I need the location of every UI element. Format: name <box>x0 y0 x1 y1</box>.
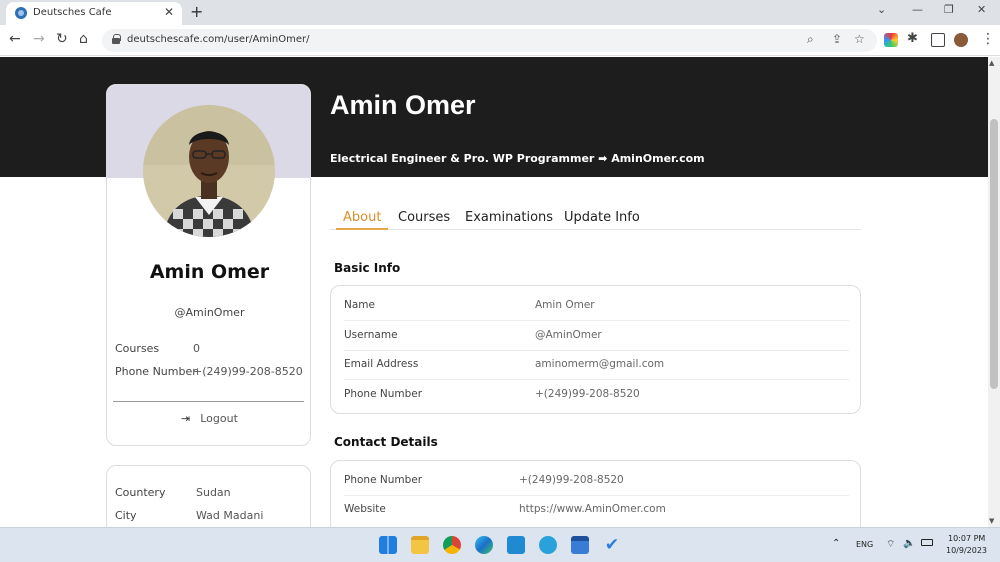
scroll-down-icon[interactable]: ▼ <box>989 517 994 525</box>
info-value: Amin Omer <box>535 299 595 311</box>
profile-tabs: About Courses Examinations Update Info <box>330 207 861 230</box>
browser-tab[interactable]: Deutsches Cafe ✕ <box>6 2 182 25</box>
volume-icon[interactable]: 🔈 <box>903 538 915 549</box>
scroll-up-icon[interactable]: ▲ <box>989 59 994 67</box>
contact-details-title: Contact Details <box>334 435 438 449</box>
extensions-puzzle-icon[interactable]: ✱ <box>907 31 918 46</box>
edge-icon[interactable] <box>475 536 493 554</box>
scroll-thumb[interactable] <box>990 119 998 389</box>
tab-update-info[interactable]: Update Info <box>564 210 640 225</box>
info-value: +(249)99-208-8520 <box>519 474 624 486</box>
divider <box>113 401 304 402</box>
info-label: Website <box>344 503 386 515</box>
profile-phone-label: Phone Number <box>115 365 197 378</box>
basic-info-card: Name Amin Omer Username @AminOmer Email … <box>330 285 861 414</box>
language-indicator[interactable]: ENG <box>856 540 873 549</box>
profile-courses-value: 0 <box>193 342 200 355</box>
site-favicon-icon <box>15 7 27 19</box>
tab-courses[interactable]: Courses <box>398 210 450 225</box>
profile-courses-label: Courses <box>115 342 160 355</box>
logout-icon: ⇥ <box>181 412 191 425</box>
info-row: Username @AminOmer <box>344 321 849 351</box>
profile-avatar-icon[interactable] <box>954 33 968 47</box>
info-row: Phone Number +(249)99-208-8520 <box>344 380 849 410</box>
close-window-icon[interactable]: ✕ <box>977 3 986 16</box>
hero-subtitle: Electrical Engineer & Pro. WP Programmer… <box>330 152 705 165</box>
profile-name: Amin Omer <box>149 261 270 283</box>
page-scrollbar[interactable]: ▲ ▼ <box>988 57 1000 527</box>
menu-kebab-icon[interactable]: ⋮ <box>981 31 995 47</box>
location-card: Countery Sudan City Wad Madani <box>106 465 311 527</box>
info-label: Phone Number <box>344 474 423 486</box>
info-value: @AminOmer <box>535 329 602 341</box>
windows-taskbar: ✔ ⌃ ENG ⌔ 🔈 10:07 PM 10/9/2023 <box>0 527 1000 562</box>
browser-toolbar: ← → ↻ ⌂ deutschescafe.com/user/AminOmer/… <box>0 25 1000 56</box>
new-tab-icon[interactable]: + <box>190 2 203 21</box>
todo-icon[interactable]: ✔ <box>603 536 621 554</box>
website-link[interactable]: https://www.AminOmer.com <box>519 503 666 515</box>
tray-chevron-icon[interactable]: ⌃ <box>832 538 840 549</box>
reload-icon[interactable]: ↻ <box>56 31 68 47</box>
info-row: Phone Number +(249)99-208-8520 <box>344 466 849 496</box>
lock-icon[interactable] <box>112 34 121 44</box>
back-icon[interactable]: ← <box>9 31 21 47</box>
minimize-icon[interactable]: — <box>912 3 923 16</box>
hero-name: Amin Omer <box>330 90 476 120</box>
share-icon[interactable]: ⇪ <box>832 32 842 46</box>
info-label: Name <box>344 299 375 311</box>
info-label: Email Address <box>344 358 419 370</box>
info-label: Username <box>344 329 398 341</box>
info-value: +(249)99-208-8520 <box>535 388 640 400</box>
chrome-icon[interactable] <box>443 536 461 554</box>
avatar <box>143 105 275 237</box>
profile-phone-value: +(249)99-208-8520 <box>193 365 303 378</box>
address-bar[interactable]: deutschescafe.com/user/AminOmer/ ⌕ ⇪ ☆ <box>102 29 877 52</box>
file-explorer-icon[interactable] <box>411 536 429 554</box>
tab-examinations[interactable]: Examinations <box>465 210 553 225</box>
battery-icon[interactable] <box>921 539 933 546</box>
city-label: City <box>115 509 137 522</box>
browser-tab-strip: Deutsches Cafe ✕ + ⌄ — ❐ ✕ <box>0 0 1000 25</box>
forward-icon[interactable]: → <box>33 31 45 47</box>
clock-time[interactable]: 10:07 PM <box>948 534 985 543</box>
wifi-icon[interactable]: ⌔ <box>886 538 895 551</box>
basic-info-title: Basic Info <box>334 261 401 275</box>
store-icon[interactable] <box>571 536 589 554</box>
country-value: Sudan <box>196 486 231 499</box>
windows-start-icon[interactable] <box>379 536 397 554</box>
city-value: Wad Madani <box>196 509 264 522</box>
profile-username: @AminOmer <box>174 306 245 319</box>
tab-about[interactable]: About <box>343 210 381 225</box>
contact-details-card: Phone Number +(249)99-208-8520 Website h… <box>330 460 861 527</box>
info-row: Name Amin Omer <box>344 291 849 321</box>
zoom-icon[interactable]: ⌕ <box>807 32 814 47</box>
tab-title: Deutsches Cafe <box>33 7 112 18</box>
info-label: Phone Number <box>344 388 423 400</box>
country-label: Countery <box>115 486 166 499</box>
restore-icon[interactable]: ❐ <box>944 3 954 16</box>
close-tab-icon[interactable]: ✕ <box>164 5 174 19</box>
clock-date[interactable]: 10/9/2023 <box>946 546 987 555</box>
page-content: Amin Omer Electrical Engineer & Pro. WP … <box>0 57 988 527</box>
side-panel-icon[interactable] <box>931 33 945 47</box>
url-text[interactable]: deutschescafe.com/user/AminOmer/ <box>127 34 310 45</box>
telegram-icon[interactable] <box>539 536 557 554</box>
logout-button[interactable]: ⇥ Logout <box>181 412 238 425</box>
vscode-icon[interactable] <box>507 536 525 554</box>
info-value: aminomerm@gmail.com <box>535 358 665 370</box>
tab-search-chevron-icon[interactable]: ⌄ <box>877 3 886 16</box>
info-row: Website https://www.AminOmer.com <box>344 495 849 525</box>
color-extension-icon[interactable] <box>884 33 898 47</box>
bookmark-star-icon[interactable]: ☆ <box>854 32 865 46</box>
logout-label: Logout <box>200 412 238 425</box>
active-tab-indicator <box>336 228 388 230</box>
home-icon[interactable]: ⌂ <box>79 31 88 47</box>
profile-card: Amin Omer @AminOmer Courses 0 Phone Numb… <box>106 84 311 446</box>
info-row: Email Address aminomerm@gmail.com <box>344 350 849 380</box>
